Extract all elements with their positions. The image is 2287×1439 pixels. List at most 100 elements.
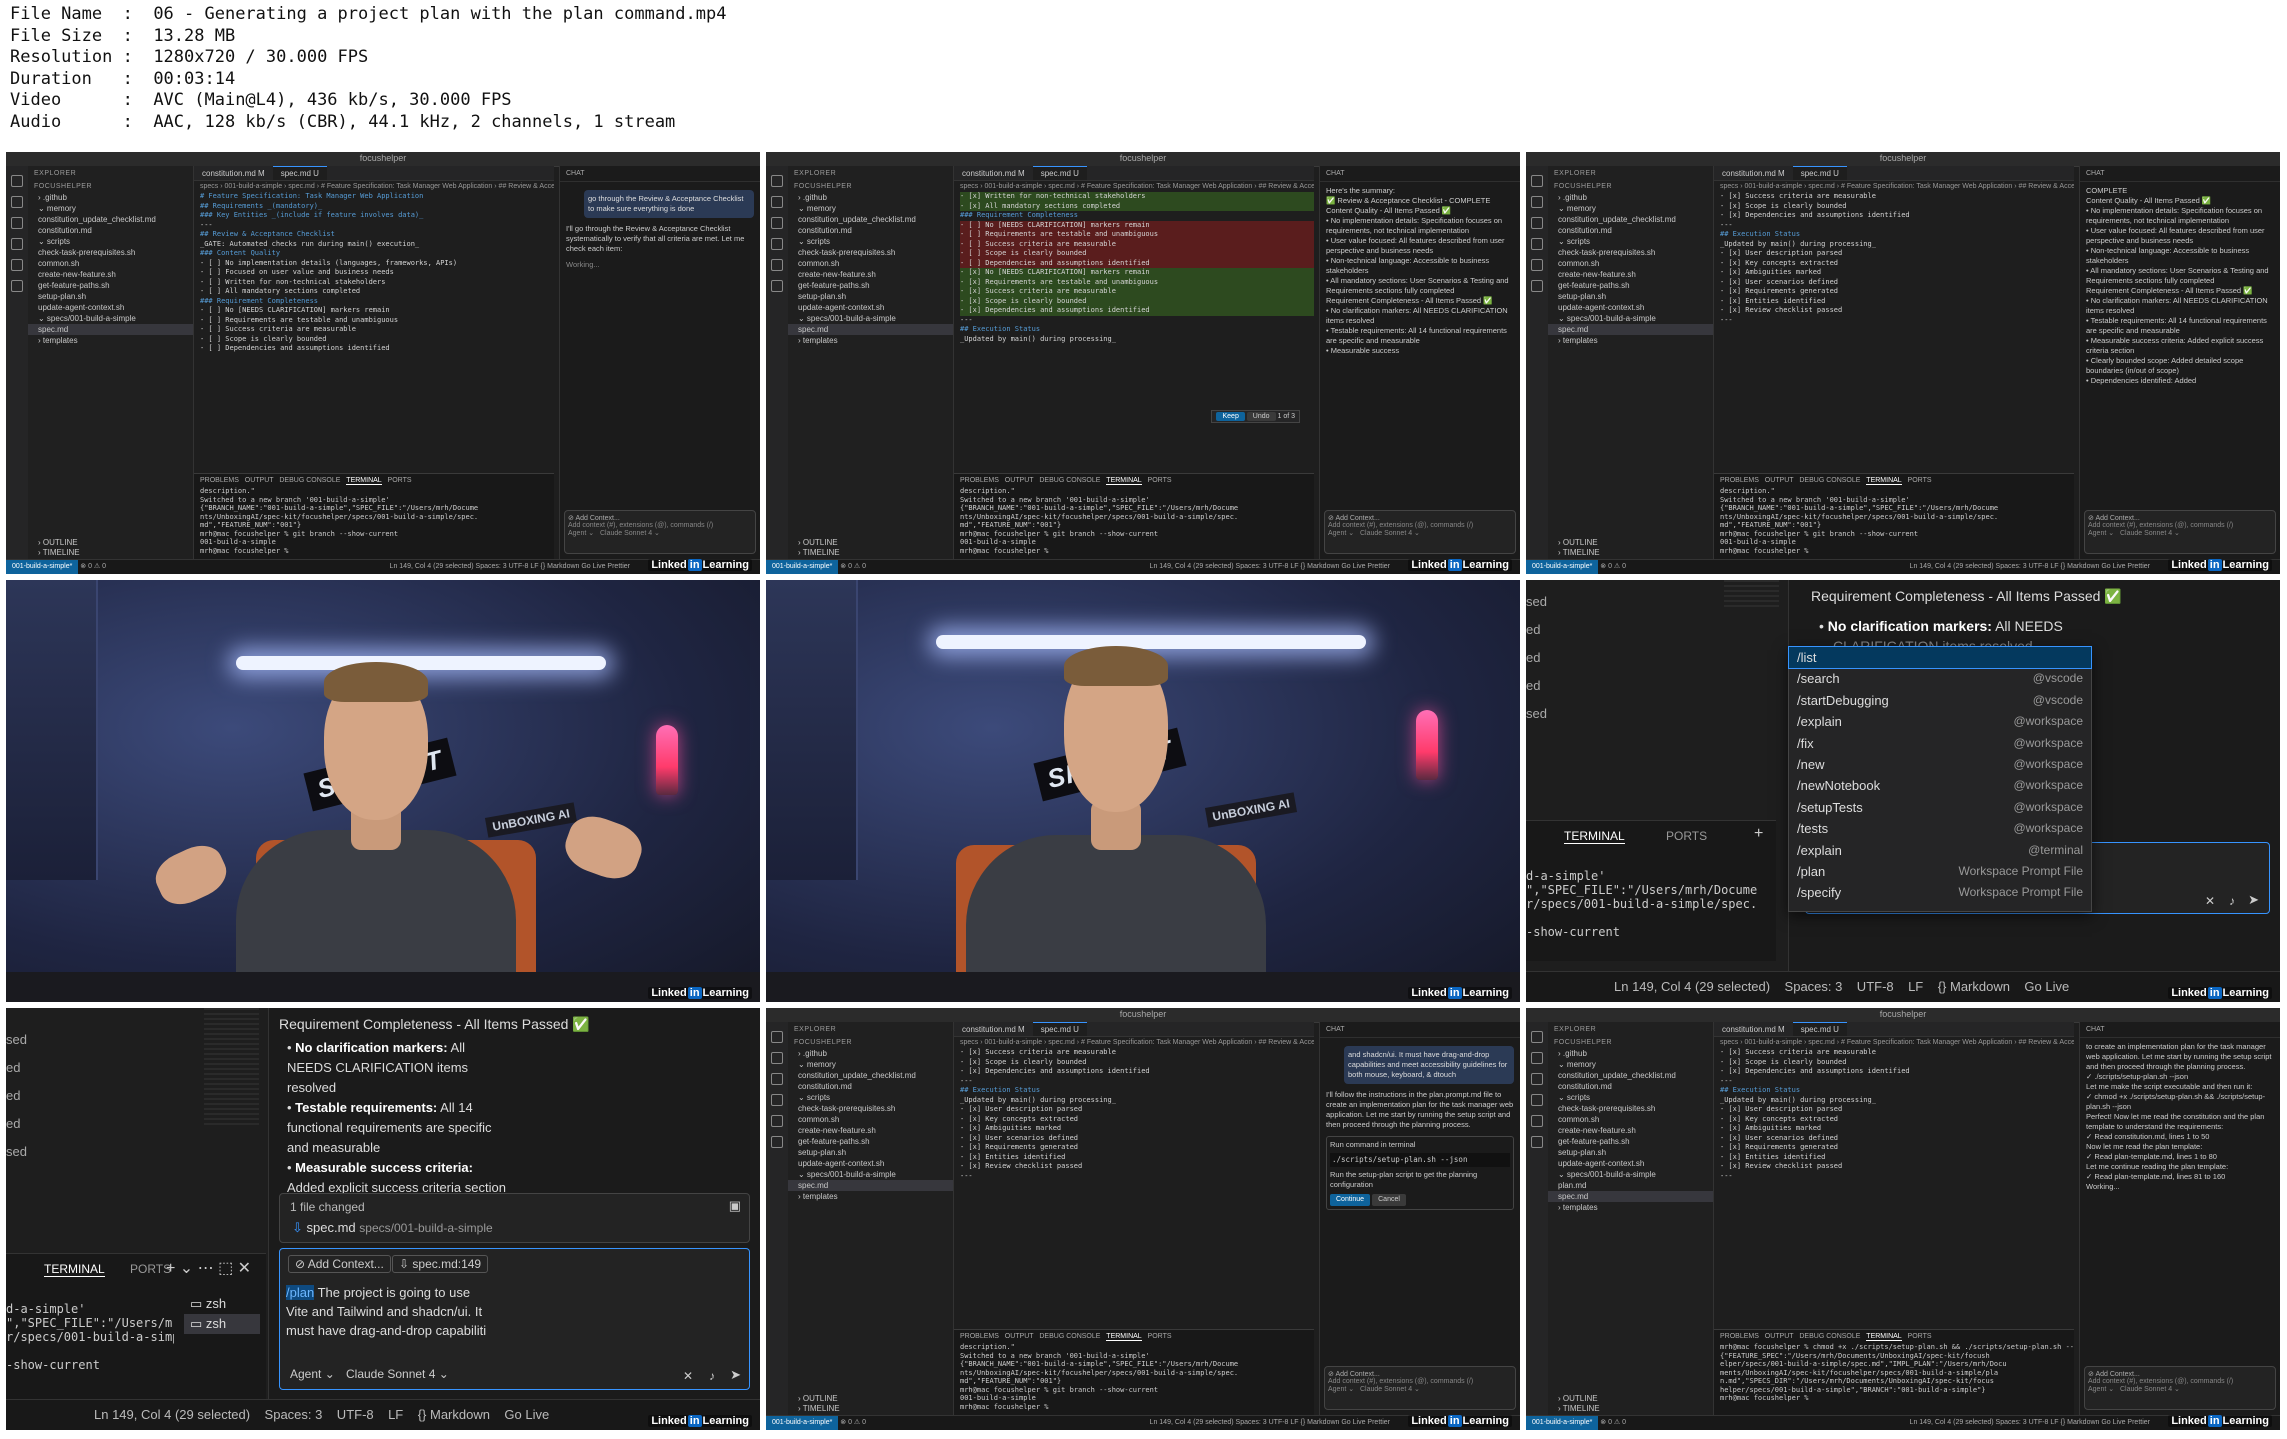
file-tree-item[interactable]: ⌄ specs/001-build-a-simple bbox=[788, 1169, 953, 1180]
changed-file[interactable]: ⇩ spec.md specs/001-build-a-simple bbox=[292, 1220, 493, 1236]
chat-input[interactable]: ⊘ Add Context... Add context (#), extensi… bbox=[2084, 510, 2276, 554]
accounts-icon[interactable] bbox=[771, 1136, 783, 1148]
command-item[interactable]: /plan Workspace Prompt File bbox=[1789, 861, 2091, 882]
file-tree-item[interactable]: check-task-prerequisites.sh bbox=[788, 1103, 953, 1114]
agent-picker[interactable]: Agent bbox=[568, 530, 586, 537]
tab-terminal[interactable]: TERMINAL bbox=[1866, 477, 1902, 485]
branch-indicator[interactable]: 001-build-a-simple* bbox=[766, 1416, 839, 1430]
agent-picker[interactable]: Agent ⌄ bbox=[290, 1367, 335, 1381]
search-icon[interactable] bbox=[771, 196, 783, 208]
command-item[interactable]: /explain @workspace bbox=[1789, 711, 2091, 732]
tab-debug-console[interactable]: DEBUG CONSOLE bbox=[1799, 1333, 1860, 1340]
chat-input[interactable]: ⊘ Add Context... Add context (#), extensi… bbox=[1324, 1366, 1516, 1410]
tab-output[interactable]: OUTPUT bbox=[1005, 1333, 1034, 1340]
command-item[interactable]: /specify Workspace Prompt File bbox=[1789, 882, 2091, 903]
file-tree-item[interactable]: get-feature-paths.sh bbox=[1548, 280, 1713, 291]
tab-debug-console[interactable]: DEBUG CONSOLE bbox=[1799, 477, 1860, 484]
files-icon[interactable] bbox=[11, 175, 23, 187]
model-picker[interactable]: Claude Sonnet 4 ⌄ bbox=[346, 1367, 449, 1381]
tab-terminal[interactable]: TERMINAL bbox=[1106, 477, 1142, 485]
context-chip[interactable]: ⇩ spec.md:149 bbox=[392, 1255, 489, 1273]
file-tree-item[interactable]: › .github bbox=[788, 192, 953, 203]
search-icon[interactable] bbox=[1531, 1052, 1543, 1064]
file-tree-item[interactable]: spec.md bbox=[28, 324, 193, 335]
tab-constitution[interactable]: constitution.md M bbox=[954, 1023, 1033, 1036]
problems-count[interactable]: ⊗ 0 ⚠ 0 bbox=[1600, 1419, 1626, 1426]
run-debug-icon[interactable] bbox=[1531, 238, 1543, 250]
file-tree-item[interactable]: › templates bbox=[1548, 1202, 1713, 1213]
terminal-shell-item[interactable]: ▭ zsh bbox=[184, 1314, 260, 1334]
source-control-icon[interactable] bbox=[771, 217, 783, 229]
agent-picker[interactable]: Agent bbox=[2088, 530, 2106, 537]
file-tree-item[interactable]: › templates bbox=[788, 1191, 953, 1202]
file-tree-item[interactable]: spec.md bbox=[1548, 1191, 1713, 1202]
tab-terminal[interactable]: TERMINAL bbox=[346, 477, 382, 485]
send-icon[interactable]: ➤ bbox=[2248, 892, 2259, 908]
file-tree-item[interactable]: check-task-prerequisites.sh bbox=[1548, 247, 1713, 258]
file-tree-item[interactable]: › .github bbox=[788, 1048, 953, 1059]
run-debug-icon[interactable] bbox=[771, 238, 783, 250]
file-tree-item[interactable]: constitution_update_checklist.md bbox=[788, 1070, 953, 1081]
file-tree-item[interactable]: › templates bbox=[788, 335, 953, 346]
file-tree-item[interactable]: constitution.md bbox=[788, 1081, 953, 1092]
command-item[interactable]: /explain @terminal bbox=[1789, 840, 2091, 861]
file-tree-item[interactable]: create-new-feature.sh bbox=[788, 1125, 953, 1136]
file-tree-item[interactable]: get-feature-paths.sh bbox=[788, 280, 953, 291]
files-icon[interactable] bbox=[771, 175, 783, 187]
run-debug-icon[interactable] bbox=[1531, 1094, 1543, 1106]
tab-ports[interactable]: PORTS bbox=[130, 1262, 171, 1276]
tab-problems[interactable]: PROBLEMS bbox=[1720, 1333, 1759, 1340]
accounts-icon[interactable] bbox=[1531, 280, 1543, 292]
problems-count[interactable]: ⊗ 0 ⚠ 0 bbox=[80, 563, 106, 570]
file-tree-item[interactable]: spec.md bbox=[788, 1180, 953, 1191]
timeline-section[interactable]: › TIMELINE bbox=[788, 547, 846, 558]
search-icon[interactable] bbox=[771, 1052, 783, 1064]
file-tree-item[interactable]: common.sh bbox=[1548, 1114, 1713, 1125]
file-tree-item[interactable]: ⌄ memory bbox=[28, 203, 193, 214]
tab-spec[interactable]: spec.md U bbox=[272, 166, 327, 180]
file-tree-item[interactable]: create-new-feature.sh bbox=[788, 269, 953, 280]
problems-count[interactable]: ⊗ 0 ⚠ 0 bbox=[840, 1419, 866, 1426]
file-tree-item[interactable]: check-task-prerequisites.sh bbox=[1548, 1103, 1713, 1114]
add-terminal-icon[interactable]: + ⌄ ⋯ ⬚ ✕ bbox=[166, 1258, 251, 1278]
microphone-icon[interactable]: ♪ bbox=[709, 1369, 715, 1383]
tab-constitution[interactable]: constitution.md M bbox=[954, 167, 1033, 180]
file-tree-item[interactable]: setup-plan.sh bbox=[788, 1147, 953, 1158]
agent-picker[interactable]: Agent bbox=[1328, 530, 1346, 537]
file-tree-item[interactable]: setup-plan.sh bbox=[788, 291, 953, 302]
file-tree-item[interactable]: ⌄ scripts bbox=[28, 236, 193, 247]
model-picker[interactable]: Claude Sonnet 4 bbox=[600, 530, 652, 537]
tab-debug-console[interactable]: DEBUG CONSOLE bbox=[1039, 1333, 1100, 1340]
chat-input[interactable]: ⊘ Add Context... Add context (#), extensi… bbox=[564, 510, 756, 554]
file-tree-item[interactable]: ⌄ specs/001-build-a-simple bbox=[788, 313, 953, 324]
timeline-section[interactable]: › TIMELINE bbox=[28, 547, 86, 558]
command-item[interactable]: /tests @workspace bbox=[1789, 818, 2091, 839]
file-tree-item[interactable]: update-agent-context.sh bbox=[1548, 1158, 1713, 1169]
source-control-icon[interactable] bbox=[1531, 1073, 1543, 1085]
file-tree-item[interactable]: create-new-feature.sh bbox=[28, 269, 193, 280]
file-tree-item[interactable]: ⌄ specs/001-build-a-simple bbox=[1548, 313, 1713, 324]
file-tree-item[interactable]: › .github bbox=[28, 192, 193, 203]
command-item[interactable]: /setupTests @workspace bbox=[1789, 797, 2091, 818]
extensions-icon[interactable] bbox=[771, 259, 783, 271]
command-item[interactable]: /search @vscode bbox=[1789, 668, 2091, 689]
diff-icon[interactable]: ▣ bbox=[729, 1198, 741, 1214]
file-tree-item[interactable]: get-feature-paths.sh bbox=[788, 1136, 953, 1147]
file-tree-item[interactable]: setup-plan.sh bbox=[1548, 291, 1713, 302]
file-tree-item[interactable]: constitution_update_checklist.md bbox=[28, 214, 193, 225]
file-tree-item[interactable]: setup-plan.sh bbox=[28, 291, 193, 302]
agent-picker[interactable]: Agent bbox=[1328, 1386, 1346, 1393]
tab-terminal[interactable]: TERMINAL bbox=[44, 1262, 105, 1277]
tab-problems[interactable]: PROBLEMS bbox=[1720, 477, 1759, 484]
file-tree-item[interactable]: ⌄ memory bbox=[788, 203, 953, 214]
model-picker[interactable]: Claude Sonnet 4 bbox=[1360, 530, 1412, 537]
files-icon[interactable] bbox=[771, 1031, 783, 1043]
model-picker[interactable]: Claude Sonnet 4 bbox=[1360, 1386, 1412, 1393]
file-tree-item[interactable]: spec.md bbox=[788, 324, 953, 335]
file-tree-item[interactable]: › .github bbox=[1548, 1048, 1713, 1059]
timeline-section[interactable]: › TIMELINE bbox=[788, 1403, 846, 1414]
add-context-button[interactable]: ⊘ Add Context... bbox=[288, 1255, 391, 1273]
tab-output[interactable]: OUTPUT bbox=[1005, 477, 1034, 484]
file-tree-item[interactable]: constitution_update_checklist.md bbox=[1548, 214, 1713, 225]
tab-terminal[interactable]: TERMINAL bbox=[1106, 1333, 1142, 1341]
